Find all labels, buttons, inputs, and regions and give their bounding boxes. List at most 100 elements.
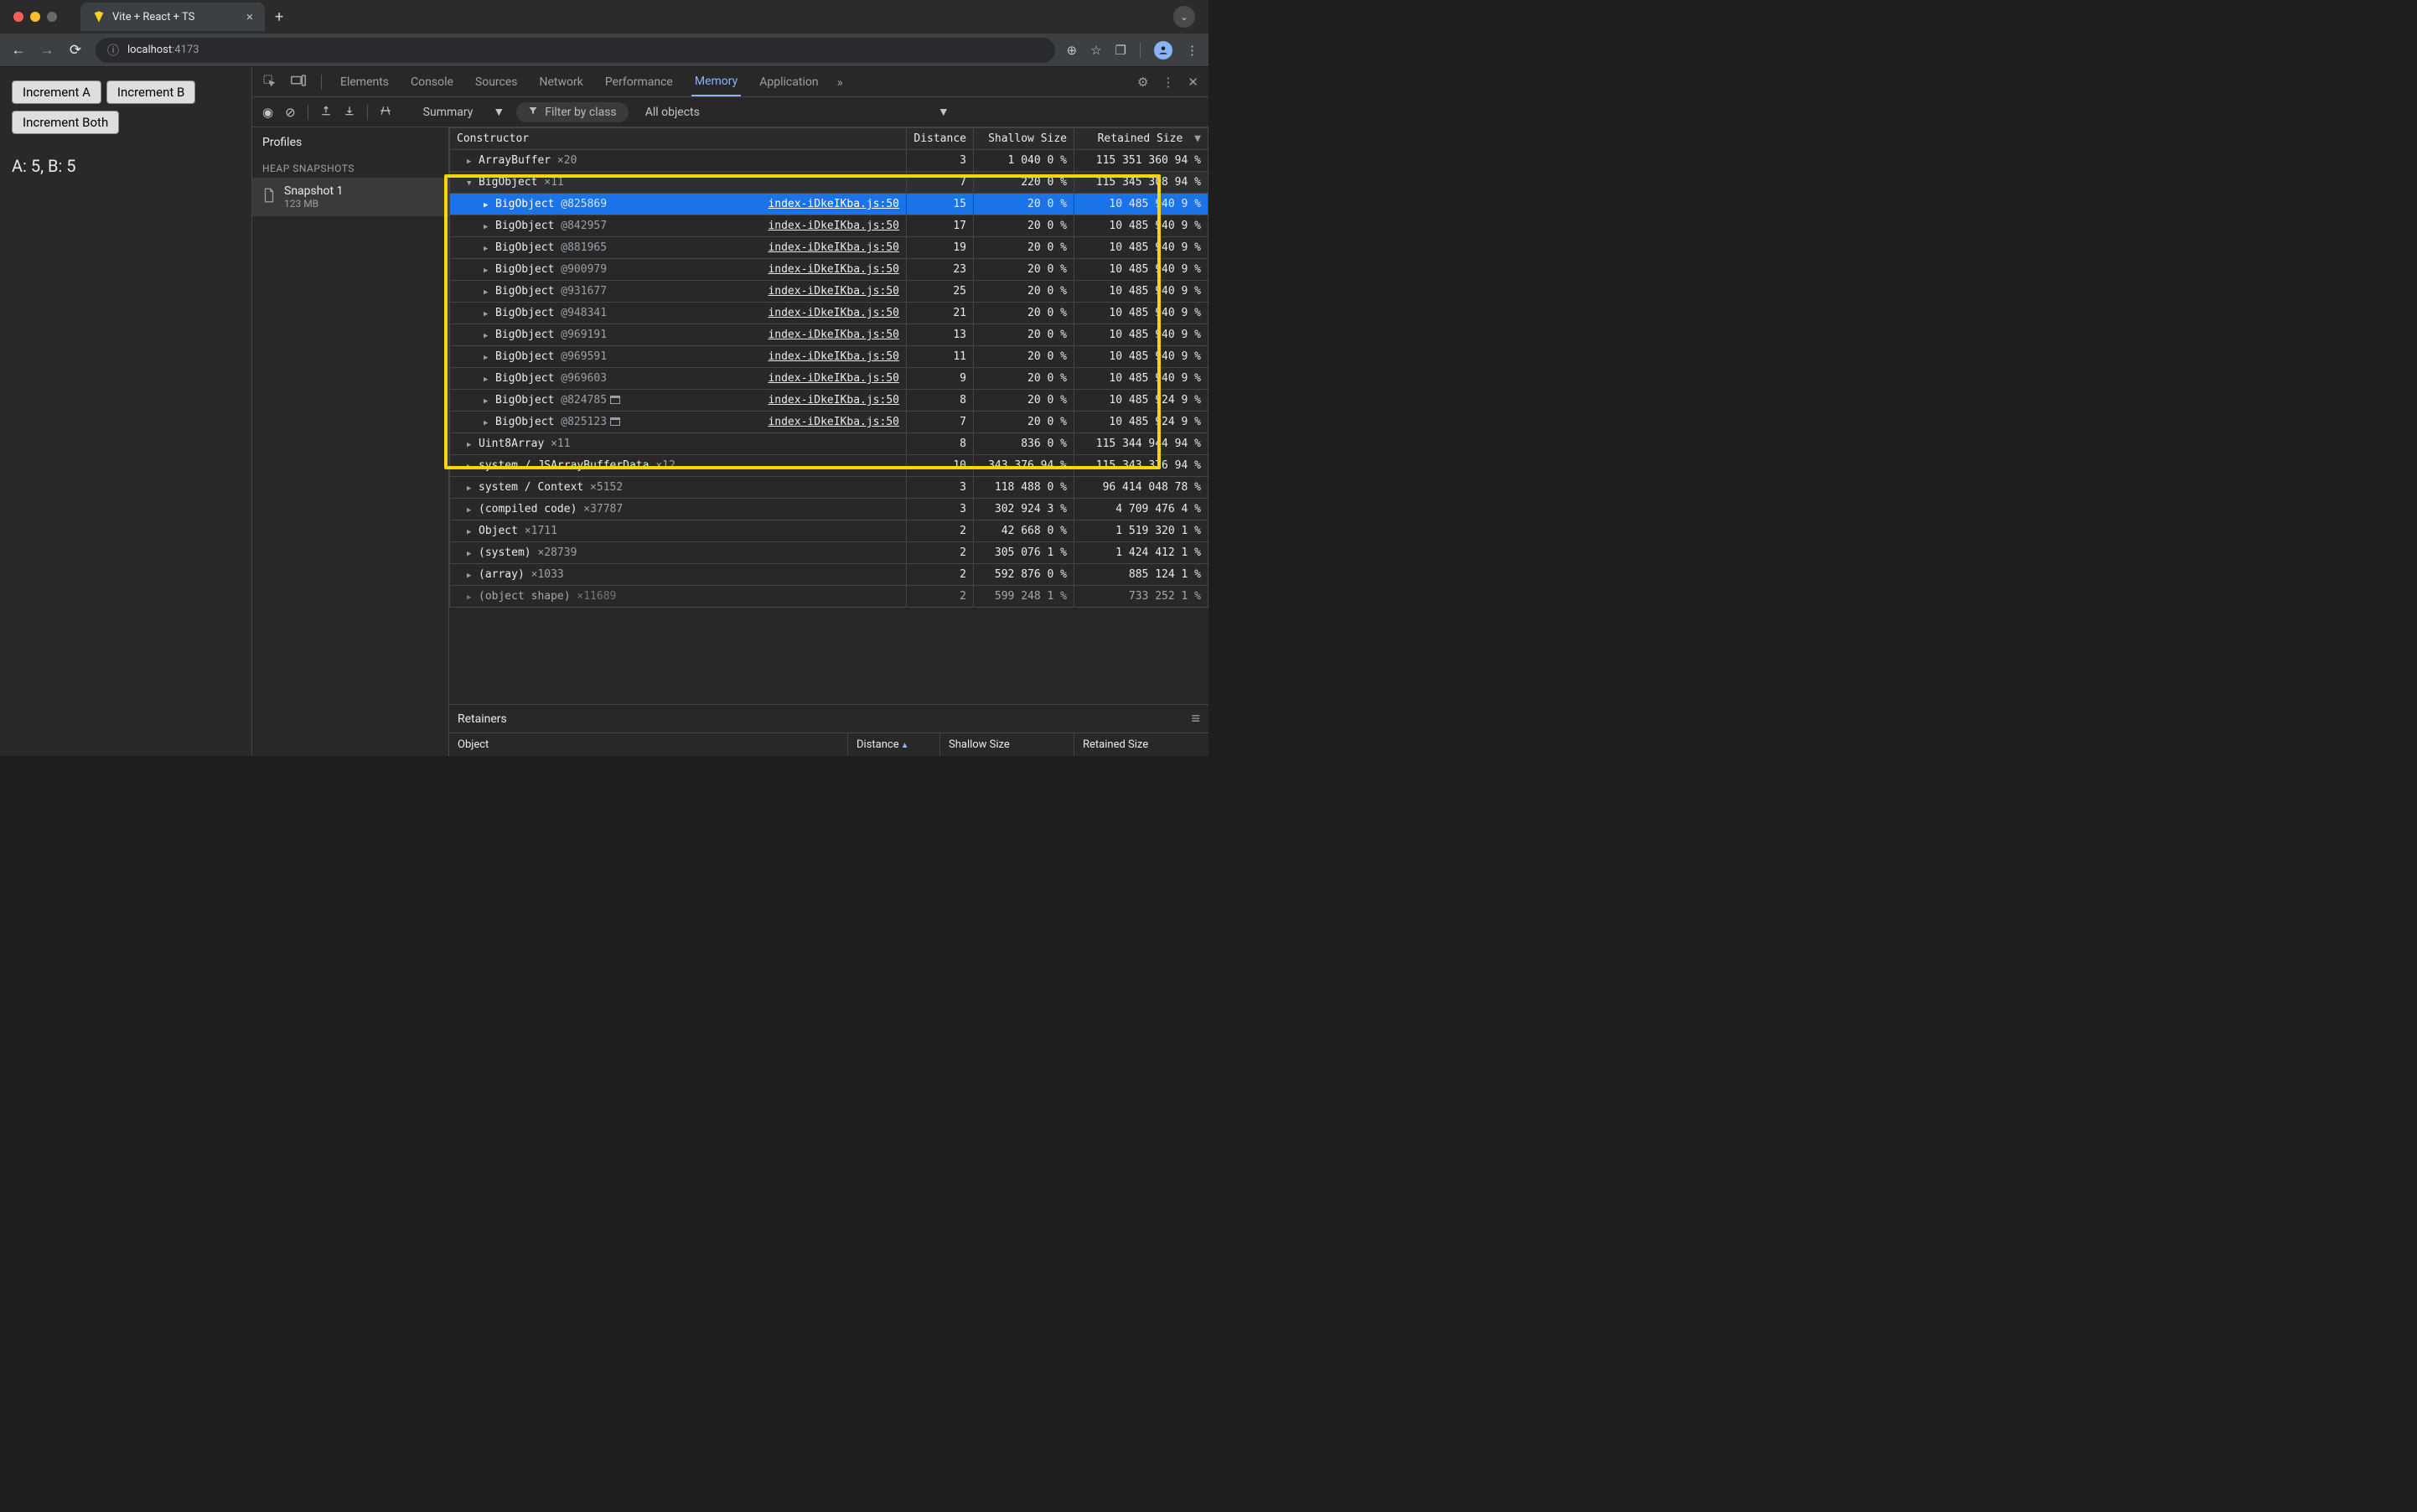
view-select[interactable]: Summary ▼ [423,105,505,119]
forward-button[interactable]: → [39,42,55,59]
reload-button[interactable]: ⟳ [67,42,84,59]
table-row[interactable]: BigObject @931677index-iDkeIKba.js:50252… [450,281,1208,303]
table-row[interactable]: BigObject @969591index-iDkeIKba.js:50112… [450,346,1208,368]
increment-both-button[interactable]: Increment Both [12,111,119,134]
table-row[interactable]: (system) ×287392305 076 1 %1 424 412 1 % [450,542,1208,564]
triangle-closed-icon[interactable] [484,220,492,232]
source-link[interactable]: index-iDkeIKba.js:50 [768,350,899,363]
retainers-col-distance[interactable]: Distance▲ [848,733,940,756]
source-link[interactable]: index-iDkeIKba.js:50 [768,329,899,341]
triangle-closed-icon[interactable] [467,481,475,494]
triangle-closed-icon[interactable] [484,372,492,385]
site-info-icon[interactable]: ⓘ [107,42,119,59]
tab-sources[interactable]: Sources [472,69,521,96]
save-icon[interactable] [344,105,355,120]
browser-menu-icon[interactable]: ⋮ [1186,43,1198,58]
tab-memory[interactable]: Memory [691,68,741,96]
source-link[interactable]: index-iDkeIKba.js:50 [768,307,899,319]
table-row[interactable]: BigObject @825123index-iDkeIKba.js:50720… [450,412,1208,433]
col-shallow[interactable]: Shallow Size [974,128,1074,150]
tab-performance[interactable]: Performance [602,69,676,96]
gc-icon[interactable] [380,105,391,120]
table-row[interactable]: BigObject @842957index-iDkeIKba.js:50172… [450,215,1208,237]
source-link[interactable]: index-iDkeIKba.js:50 [768,416,899,428]
triangle-closed-icon[interactable] [467,546,475,559]
table-row[interactable]: system / Context ×51523118 488 0 %96 414… [450,477,1208,499]
tab-console[interactable]: Console [407,69,457,96]
table-row[interactable]: Object ×1711242 668 0 %1 519 320 1 % [450,520,1208,542]
col-distance[interactable]: Distance [907,128,974,150]
tab-application[interactable]: Application [756,69,821,96]
triangle-open-icon[interactable] [467,176,475,189]
table-row[interactable]: BigObject @825869index-iDkeIKba.js:50152… [450,194,1208,215]
table-row[interactable]: system / JSArrayBufferData ×1210343 376 … [450,455,1208,477]
triangle-closed-icon[interactable] [467,525,475,537]
bookmark-icon[interactable]: ☆ [1090,43,1101,58]
increment-b-button[interactable]: Increment B [106,80,195,104]
triangle-closed-icon[interactable] [484,198,492,210]
table-row[interactable]: (compiled code) ×377873302 924 3 %4 709 … [450,499,1208,520]
source-link[interactable]: index-iDkeIKba.js:50 [768,394,899,406]
inspect-icon[interactable] [262,74,276,91]
window-close[interactable] [13,12,23,22]
triangle-closed-icon[interactable] [467,503,475,515]
table-row[interactable]: (array) ×10332592 876 0 %885 124 1 % [450,564,1208,586]
device-toggle-icon[interactable] [291,75,306,90]
table-row[interactable]: Uint8Array ×118836 0 %115 344 944 94 % [450,433,1208,455]
extensions-icon[interactable]: ❐ [1115,43,1126,58]
table-row[interactable]: BigObject @948341index-iDkeIKba.js:50212… [450,303,1208,324]
source-link[interactable]: index-iDkeIKba.js:50 [768,220,899,232]
devtools-close-icon[interactable]: ✕ [1188,75,1198,90]
retainers-menu-icon[interactable]: ≡ [1191,710,1200,728]
tab-network[interactable]: Network [536,69,587,96]
triangle-closed-icon[interactable] [484,394,492,406]
zoom-icon[interactable]: ⊕ [1067,43,1078,58]
table-row[interactable]: (object shape) ×116892599 248 1 %733 252… [450,586,1208,608]
back-button[interactable]: ← [10,42,27,59]
new-tab-button[interactable]: + [275,8,283,26]
snapshot-item[interactable]: Snapshot 1 123 MB [252,178,448,216]
tab-elements[interactable]: Elements [337,69,392,96]
table-row[interactable]: BigObject @969603index-iDkeIKba.js:50920… [450,368,1208,390]
triangle-closed-icon[interactable] [484,263,492,276]
retainers-col-shallow[interactable]: Shallow Size [940,733,1074,756]
source-link[interactable]: index-iDkeIKba.js:50 [768,198,899,210]
window-maximize[interactable] [47,12,57,22]
triangle-closed-icon[interactable] [467,438,475,450]
triangle-closed-icon[interactable] [484,329,492,341]
table-row[interactable]: BigObject @824785index-iDkeIKba.js:50820… [450,390,1208,412]
triangle-closed-icon[interactable] [467,459,475,472]
load-icon[interactable] [320,105,332,120]
table-row[interactable]: BigObject @900979index-iDkeIKba.js:50232… [450,259,1208,281]
triangle-closed-icon[interactable] [467,154,475,167]
url-input[interactable]: ⓘ localhost:4173 [96,38,1055,63]
record-icon[interactable]: ◉ [262,105,273,120]
source-link[interactable]: index-iDkeIKba.js:50 [768,263,899,276]
objects-select[interactable]: All objects ▼ [645,105,950,119]
class-filter[interactable]: Filter by class [516,102,628,122]
triangle-closed-icon[interactable] [484,416,492,428]
retainers-col-retained[interactable]: Retained Size [1074,733,1208,756]
clear-icon[interactable]: ⊘ [285,105,296,120]
col-constructor[interactable]: Constructor [450,128,907,150]
increment-a-button[interactable]: Increment A [12,80,101,104]
col-retained[interactable]: Retained Size ▼ [1074,128,1208,150]
triangle-closed-icon[interactable] [484,241,492,254]
triangle-closed-icon[interactable] [484,350,492,363]
more-tabs-icon[interactable]: » [837,75,843,90]
heap-table[interactable]: Constructor Distance Shallow Size Retain… [449,127,1208,608]
retainers-col-object[interactable]: Object [449,733,848,756]
devtools-menu-icon[interactable]: ⋮ [1162,75,1174,90]
source-link[interactable]: index-iDkeIKba.js:50 [768,241,899,254]
triangle-closed-icon[interactable] [484,285,492,298]
browser-tab[interactable]: Vite + React + TS × [80,3,265,31]
source-link[interactable]: index-iDkeIKba.js:50 [768,372,899,385]
tab-close-icon[interactable]: × [246,9,253,24]
source-link[interactable]: index-iDkeIKba.js:50 [768,285,899,298]
table-row[interactable]: BigObject @969191index-iDkeIKba.js:50132… [450,324,1208,346]
triangle-closed-icon[interactable] [467,568,475,581]
profile-avatar[interactable] [1154,41,1172,60]
triangle-closed-icon[interactable] [467,590,475,603]
table-row[interactable]: BigObject ×117220 0 %115 345 308 94 % [450,172,1208,194]
window-minimize[interactable] [30,12,40,22]
